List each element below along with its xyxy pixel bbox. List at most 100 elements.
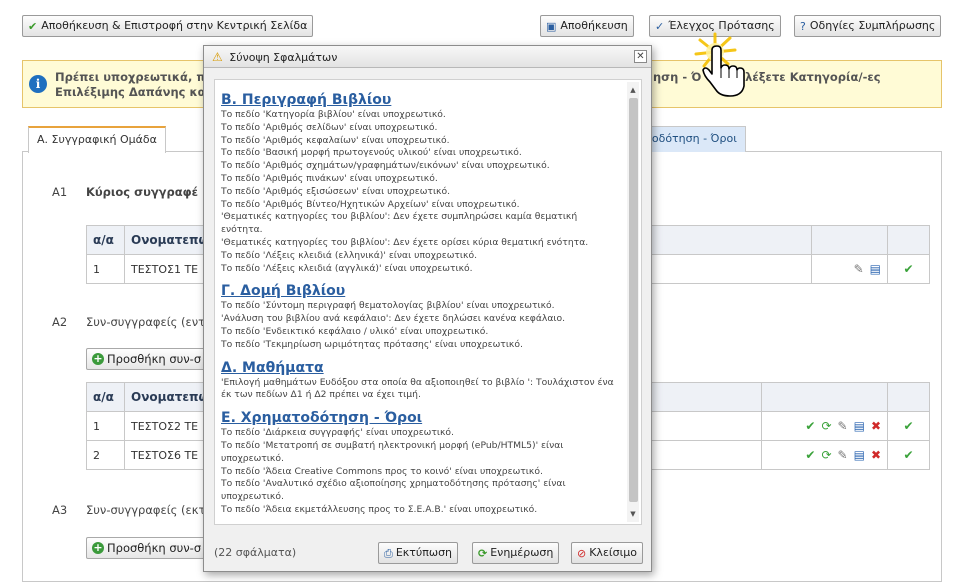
row-status: ✔ xyxy=(887,440,930,470)
section-heading[interactable]: Ε. Χρηματοδότηση - Όροι xyxy=(221,410,621,426)
save-button[interactable]: ▣ Αποθήκευση xyxy=(540,15,634,37)
document-icon[interactable]: ▤ xyxy=(870,262,881,276)
delete-icon[interactable]: ✖ xyxy=(871,419,881,433)
tab-authors[interactable]: Α. Συγγραφική Ομάδα xyxy=(28,126,166,153)
document-icon[interactable]: ▤ xyxy=(854,448,865,462)
section-a2-code: Α2 xyxy=(52,315,68,329)
update-label: Ενημέρωση xyxy=(490,546,554,559)
check-icon: ✔ xyxy=(28,19,38,33)
document-icon[interactable]: ▤ xyxy=(854,419,865,433)
warning-icon: ⚠ xyxy=(212,50,223,64)
section-a1-title: Κύριος συγγραφέ xyxy=(86,185,199,199)
edit-icon[interactable]: ✎ xyxy=(838,448,848,462)
help-icon: ? xyxy=(800,19,806,33)
error-item: Το πεδίο 'Αριθμός Βίντεο/Ηχητικών Αρχείω… xyxy=(221,198,520,210)
row-status: ✔ xyxy=(887,254,930,284)
error-item: Το πεδίο 'Ενδεικτικό κεφάλαιο / υλικό' ε… xyxy=(221,325,489,337)
col-actions xyxy=(761,382,888,412)
error-item: Το πεδίο 'Λέξεις κλειδιά (αγγλικά)' είνα… xyxy=(221,262,473,274)
info-line-2: Επιλέξιμης Δαπάνης κα xyxy=(55,85,206,99)
print-label: Εκτύπωση xyxy=(395,546,453,559)
spellcheck-icon: ✓ xyxy=(655,19,665,33)
error-item: Το πεδίο 'Αριθμός κεφαλαίων' είναι υποχρ… xyxy=(221,134,450,146)
error-count: (22 σφάλματα) xyxy=(214,546,297,559)
row-actions: ✎ ▤ xyxy=(811,254,888,284)
section-a2-title: Συν-συγγραφείς (εντ xyxy=(86,315,206,329)
row-num: 1 xyxy=(86,254,125,284)
section-a1-code: Α1 xyxy=(52,185,68,199)
col-actions xyxy=(811,225,888,255)
scroll-down-icon[interactable]: ▼ xyxy=(627,508,639,520)
plus-icon: + xyxy=(92,352,104,365)
floppy-icon: ▣ xyxy=(546,19,557,33)
error-item: Το πεδίο 'Λέξεις κλειδιά (ελληνικά)' είν… xyxy=(221,249,477,261)
error-item: Το πεδίο 'Αριθμός σελίδων' είναι υποχρεω… xyxy=(221,121,438,133)
row-num: 2 xyxy=(86,440,125,470)
col-num: α/α xyxy=(86,382,125,412)
row-actions: ✔ ⟳ ✎ ▤ ✖ xyxy=(761,411,888,441)
error-summary-dialog: ⚠ Σύνοψη Σφαλμάτων ✕ Β. Περιγραφή Βιβλίο… xyxy=(203,45,652,572)
dialog-title: Σύνοψη Σφαλμάτων xyxy=(229,51,338,64)
add-coauthor-label: Προσθήκη συν-σ xyxy=(107,541,202,555)
section-a3-title: Συν-συγγραφείς (εκτ xyxy=(86,503,206,517)
error-item: Το πεδίο 'Άδεια Creative Commons προς το… xyxy=(221,465,543,477)
check-icon: ✔ xyxy=(903,419,914,433)
col-status xyxy=(887,382,930,412)
section-heading[interactable]: Γ. Δομή Βιβλίου xyxy=(221,283,621,299)
dialog-titlebar[interactable]: ⚠ Σύνοψη Σφαλμάτων ✕ xyxy=(204,46,651,68)
error-item: Το πεδίο 'Τεκμηρίωση ωριμότητας πρότασης… xyxy=(221,338,523,350)
scroll-up-icon[interactable]: ▲ xyxy=(627,84,639,96)
error-item: 'Θεματικές κατηγορίες του βιβλίου': Δεν … xyxy=(221,211,578,236)
col-num: α/α xyxy=(86,225,125,255)
error-item: Το πεδίο 'Αναλυτικό σχέδιο αξιοποίησης χ… xyxy=(221,478,566,503)
save-label: Αποθήκευση xyxy=(560,19,628,32)
refresh-icon[interactable]: ⟳ xyxy=(821,448,831,462)
close-button[interactable]: ⊘ Κλείσιμο xyxy=(571,542,644,564)
approve-icon[interactable]: ✔ xyxy=(805,419,815,433)
info-line-1: Πρέπει υποχρεωτικά, π xyxy=(55,70,206,84)
scrollbar-thumb[interactable] xyxy=(629,98,638,502)
update-button[interactable]: ⟳ Ενημέρωση xyxy=(472,542,560,564)
approve-icon[interactable]: ✔ xyxy=(805,448,815,462)
save-return-button[interactable]: ✔ Αποθήκευση & Επιστροφή στην Κεντρική Σ… xyxy=(22,15,314,37)
section-a3-code: Α3 xyxy=(52,503,68,517)
col-status xyxy=(887,225,930,255)
scrollbar[interactable]: ▲ ▼ xyxy=(627,82,639,522)
error-item: Το πεδίο 'Διάρκεια συγγραφής' είναι υποχ… xyxy=(221,427,454,439)
error-list[interactable]: Β. Περιγραφή Βιβλίου Το πεδίο 'Κατηγορία… xyxy=(214,79,642,525)
plus-icon: + xyxy=(92,541,104,554)
error-item: Το πεδίο 'Άδεια εκμετάλλευσης προς το Σ.… xyxy=(221,503,538,515)
error-item: Το πεδίο 'Σύντομη περιγραφή θεματολογίας… xyxy=(221,300,555,312)
close-icon[interactable]: ✕ xyxy=(634,50,647,63)
error-item: 'Επιλογή μαθημάτων Ευδόξου στα οποία θα … xyxy=(221,376,614,401)
info-line-right: ηση - Ό να επιλέξετε Κατηγορία/-ες xyxy=(653,70,881,84)
save-return-label: Αποθήκευση & Επιστροφή στην Κεντρική Σελ… xyxy=(41,19,308,32)
check-icon: ✔ xyxy=(903,448,914,462)
error-item: Το πεδίο 'Αριθμός εξισώσεων' είναι υποχρ… xyxy=(221,185,451,197)
section-heading[interactable]: Β. Περιγραφή Βιβλίου xyxy=(221,92,621,108)
printer-icon: ⎙ xyxy=(384,546,393,560)
hand-cursor-icon xyxy=(694,32,745,97)
add-coauthor-label: Προσθήκη συν-σ xyxy=(107,352,202,366)
close-label: Κλείσιμο xyxy=(589,546,638,559)
refresh-icon[interactable]: ⟳ xyxy=(821,419,831,433)
edit-icon[interactable]: ✎ xyxy=(854,262,864,276)
add-coauthor-button[interactable]: + Προσθήκη συν-σ xyxy=(86,348,208,370)
delete-icon[interactable]: ✖ xyxy=(871,448,881,462)
row-num: 1 xyxy=(86,411,125,441)
edit-icon[interactable]: ✎ xyxy=(838,419,848,433)
print-button[interactable]: ⎙ Εκτύπωση xyxy=(378,542,459,564)
check-icon: ✔ xyxy=(903,262,914,276)
error-item: Το πεδίο 'Μετατροπή σε συμβατή ηλεκτρονι… xyxy=(221,439,564,464)
error-item: 'Ανάλυση του βιβλίου ανά κεφάλαιο': Δεν … xyxy=(221,313,566,325)
add-coauthor-external-button[interactable]: + Προσθήκη συν-σ xyxy=(86,537,208,559)
error-item: 'Θεματικές κατηγορίες του βιβλίου': Δεν … xyxy=(221,236,589,248)
section-heading[interactable]: Δ. Μαθήματα xyxy=(221,360,621,376)
guide-label: Οδηγίες Συμπλήρωσης xyxy=(809,19,936,32)
row-actions: ✔ ⟳ ✎ ▤ ✖ xyxy=(761,440,888,470)
row-status: ✔ xyxy=(887,411,930,441)
cancel-icon: ⊘ xyxy=(577,546,587,560)
error-item: Το πεδίο 'Αριθμός πινάκων' είναι υποχρεω… xyxy=(221,172,438,184)
dialog-footer: (22 σφάλματα) ⎙ Εκτύπωση ⟳ Ενημέρωση ⊘ Κ… xyxy=(204,540,651,570)
guide-button[interactable]: ? Οδηγίες Συμπλήρωσης xyxy=(794,15,942,37)
